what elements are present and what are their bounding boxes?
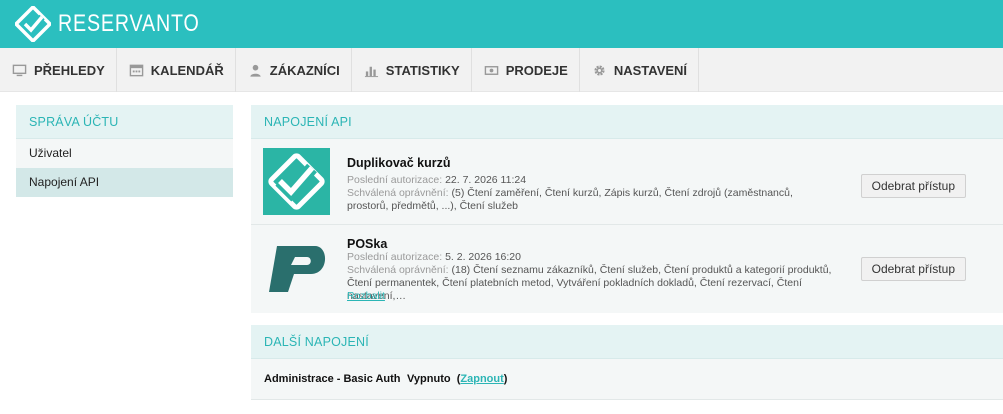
revoke-access-button[interactable]: Odebrat přístup <box>860 174 966 198</box>
sidebar-title: SPRÁVA ÚČTU <box>16 105 233 139</box>
nav-label: PRODEJE <box>505 62 568 78</box>
last-auth-label: Poslední autorizace: <box>347 251 443 263</box>
monitor-icon <box>12 64 27 76</box>
nav-label: ZÁKAZNÍCI <box>269 62 340 78</box>
sidebar-item-napojeni-api[interactable]: Napojení API <box>16 168 233 197</box>
connection-row: Administrace - Basic Auth Vypnuto (Zapno… <box>264 373 507 385</box>
expand-link[interactable]: Rozbalit <box>347 290 385 302</box>
connection-status: Vypnuto (Zapnout) <box>407 373 507 385</box>
last-auth-value: 22. 7. 2026 11:24 <box>445 174 527 186</box>
api-item: Duplikovač kurzů Poslední autorizace: 22… <box>251 139 1003 225</box>
main-nav: PŘEHLEDY KALENDÁŘ ZÁKAZNÍCI STATISTIKY P… <box>0 48 1003 92</box>
duplikovac-app-icon <box>263 148 330 215</box>
top-header: RESERVANTO <box>0 0 1003 48</box>
api-item-name: POSka <box>347 237 388 251</box>
reservanto-logo-icon[interactable] <box>15 6 51 42</box>
account-sidebar: SPRÁVA ÚČTU Uživatel Napojení API <box>16 105 233 197</box>
api-item-permissions: Schválená oprávnění: (5) Čtení zaměření,… <box>347 187 837 213</box>
user-icon <box>250 64 261 77</box>
nav-item-kalendar[interactable]: KALENDÁŘ <box>117 48 236 92</box>
nav-item-prodeje[interactable]: PRODEJE <box>472 48 580 92</box>
api-item-name: Duplikovač kurzů <box>347 156 451 170</box>
panel-title: DALŠÍ NAPOJENÍ <box>251 325 1003 359</box>
nav-item-zakaznici[interactable]: ZÁKAZNÍCI <box>236 48 352 92</box>
expand-row: Rozbalit <box>347 290 837 303</box>
api-item-last-auth: Poslední autorizace: 22. 7. 2026 11:24 <box>347 174 837 187</box>
nav-item-nastaveni[interactable]: NASTAVENÍ <box>580 48 700 92</box>
bar-chart-icon <box>364 66 378 77</box>
last-auth-label: Poslední autorizace: <box>347 174 443 186</box>
permissions-label: Schválená oprávnění: <box>347 187 449 199</box>
api-item: POSka Poslední autorizace: 5. 2. 2026 16… <box>251 225 1003 313</box>
calendar-icon <box>129 64 144 76</box>
cash-icon <box>484 65 498 75</box>
close-paren: ) <box>503 373 508 385</box>
permissions-label: Schválená oprávnění: <box>347 264 449 276</box>
enable-link[interactable]: Zapnout <box>460 373 503 385</box>
nav-label: KALENDÁŘ <box>150 62 224 78</box>
api-item-last-auth: Poslední autorizace: 5. 2. 2026 16:20 <box>347 251 837 264</box>
brand-name[interactable]: RESERVANTO <box>58 10 200 38</box>
nav-label: STATISTIKY <box>385 62 460 78</box>
status-text: Vypnuto <box>407 373 451 385</box>
nav-label: NASTAVENÍ <box>613 62 688 78</box>
poska-app-icon <box>269 246 326 292</box>
connection-name: Administrace - Basic Auth <box>264 373 401 385</box>
nav-item-prehledy[interactable]: PŘEHLEDY <box>0 48 117 92</box>
last-auth-value: 5. 2. 2026 16:20 <box>445 251 521 263</box>
revoke-access-button[interactable]: Odebrat přístup <box>860 257 966 281</box>
nav-item-statistiky[interactable]: STATISTIKY <box>352 48 472 92</box>
api-connections-panel: NAPOJENÍ API Duplikovač kurzů Poslední a… <box>251 105 1003 313</box>
nav-label: PŘEHLEDY <box>34 62 105 78</box>
panel-title: NAPOJENÍ API <box>251 105 1003 139</box>
gear-icon <box>594 64 605 76</box>
other-connections-panel: DALŠÍ NAPOJENÍ Administrace - Basic Auth… <box>251 325 1003 400</box>
sidebar-item-uzivatel[interactable]: Uživatel <box>16 139 233 168</box>
